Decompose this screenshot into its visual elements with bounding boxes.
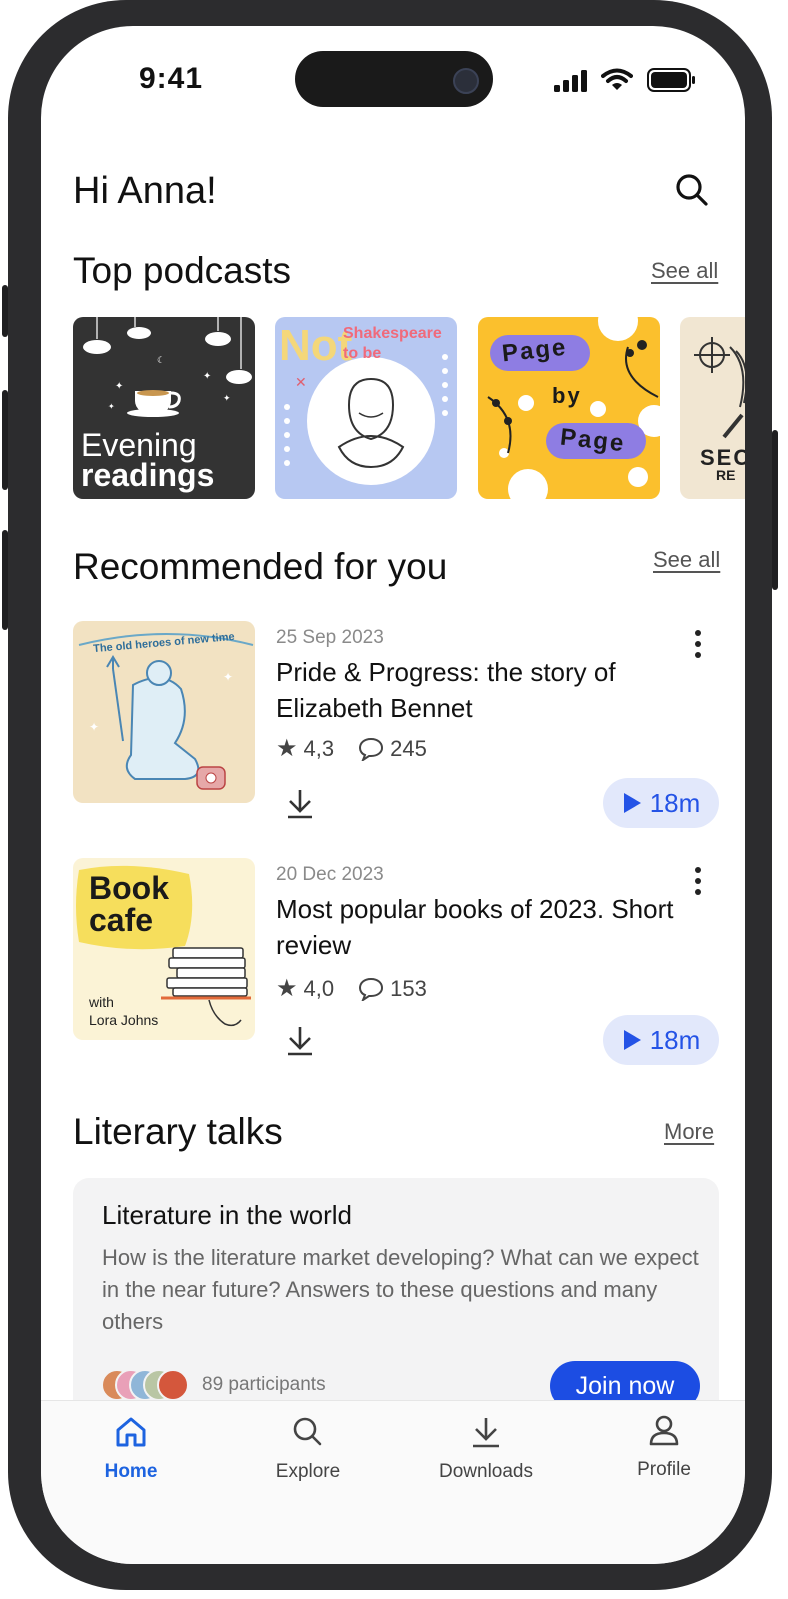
- play-icon: [623, 1030, 641, 1050]
- star-icon: ★: [276, 735, 298, 762]
- avatar: [157, 1369, 189, 1401]
- volume-up-button: [2, 390, 8, 490]
- podcast-cover-secret-reads[interactable]: SEC RE: [680, 317, 745, 499]
- tab-label: Profile: [637, 1459, 691, 1480]
- cover-line-1: Not: [279, 321, 353, 370]
- play-duration: 18m: [649, 787, 701, 818]
- play-icon: [623, 793, 641, 813]
- status-time: 9:41: [139, 62, 204, 95]
- play-button[interactable]: 18m: [603, 1015, 719, 1065]
- svg-text:✕: ✕: [295, 374, 307, 390]
- cover-line-2: by: [552, 383, 582, 408]
- participant-avatars: [101, 1369, 191, 1401]
- tab-label: Home: [104, 1461, 158, 1482]
- literary-talks-title: Literary talks: [73, 1111, 283, 1152]
- episode-rating: 4,3: [303, 735, 335, 761]
- episode-meta: ★ 4,3 245: [276, 734, 427, 763]
- cover-line-2: cafe: [89, 902, 154, 938]
- download-icon: [473, 1418, 499, 1448]
- search-icon: [293, 1417, 322, 1446]
- cover-author: Lora Johns: [89, 1012, 159, 1028]
- episode-date: 20 Dec 2023: [276, 864, 384, 885]
- star-icon: ★: [276, 975, 298, 1002]
- podcast-cover-not-shakespeare[interactable]: ✕ Not Shakespeare to be: [275, 317, 457, 499]
- top-podcasts-see-all-link[interactable]: See all: [651, 258, 718, 284]
- top-podcasts-title: Top podcasts: [73, 250, 292, 291]
- signal-icon: [554, 70, 588, 97]
- bottom-tab-bar: Home Explore Downloads Profile: [41, 1400, 745, 1564]
- comment-icon: [359, 737, 384, 761]
- podcast-cover-evening-readings[interactable]: ✦ ✦ ✦ ✦ ☾ Evening readings: [73, 317, 255, 499]
- episode-comments: 153: [390, 975, 427, 1001]
- home-icon: [116, 1417, 146, 1447]
- power-button: [772, 430, 778, 590]
- tab-profile[interactable]: Profile: [604, 1413, 724, 1481]
- participants-count: 89 participants: [202, 1374, 326, 1395]
- profile-icon: [649, 1415, 679, 1446]
- tab-home[interactable]: Home: [71, 1415, 191, 1483]
- download-icon[interactable]: [286, 788, 314, 825]
- play-button[interactable]: 18m: [603, 778, 719, 828]
- play-duration: 18m: [649, 1024, 701, 1055]
- tab-explore[interactable]: Explore: [248, 1415, 368, 1483]
- cover-line-3: to be: [343, 345, 382, 362]
- recommended-title: Recommended for you: [73, 546, 448, 587]
- podcast-cover-page-by-page[interactable]: Page by Page: [478, 317, 660, 499]
- cover-line-2: Shakespeare: [343, 325, 442, 342]
- greeting-title: Hi Anna!: [73, 170, 217, 212]
- search-icon[interactable]: [675, 173, 709, 212]
- episode-rating: 4,0: [303, 975, 335, 1001]
- episode-cover-old-heroes[interactable]: ✦ ✦ The old heroes of new time: [73, 621, 255, 803]
- phone-frame: 9:41 Hi Anna! Top podcasts See all ✦ ✦ ✦…: [2, 0, 778, 1590]
- wifi-icon: [601, 68, 633, 97]
- tab-label: Downloads: [439, 1461, 533, 1482]
- svg-text:✦: ✦: [115, 381, 123, 392]
- dynamic-island: [295, 51, 493, 107]
- camera-icon: [453, 68, 479, 94]
- cover-line-2: readings: [81, 457, 215, 493]
- download-icon[interactable]: [286, 1025, 314, 1062]
- tab-downloads[interactable]: Downloads: [426, 1415, 546, 1483]
- episode-title[interactable]: Pride & Progress: the story of Elizabeth…: [276, 654, 676, 726]
- svg-text:✦: ✦: [223, 670, 233, 684]
- svg-text:✦: ✦: [223, 393, 231, 403]
- battery-icon: [647, 68, 697, 97]
- volume-down-button: [2, 530, 8, 630]
- recommended-see-all-link[interactable]: See all: [653, 547, 720, 573]
- svg-text:✦: ✦: [108, 402, 115, 411]
- kebab-menu-icon[interactable]: [693, 629, 703, 664]
- talk-description: How is the literature market developing?…: [102, 1245, 699, 1334]
- cover-line-2: RE: [716, 467, 736, 483]
- talk-card[interactable]: Literature in the world How is the liter…: [73, 1178, 719, 1438]
- svg-text:✦: ✦: [203, 371, 211, 382]
- episode-title[interactable]: Most popular books of 2023. Short review: [276, 891, 676, 963]
- cover-with: with: [89, 994, 114, 1010]
- literary-talks-more-link[interactable]: More: [664, 1119, 714, 1145]
- episode-comments: 245: [390, 735, 427, 761]
- svg-text:☾: ☾: [157, 355, 165, 365]
- screen: 9:41 Hi Anna! Top podcasts See all ✦ ✦ ✦…: [41, 26, 745, 1564]
- episode-cover-book-cafe[interactable]: Book cafe with Lora Johns: [73, 858, 255, 1040]
- episode-meta: ★ 4,0 153: [276, 974, 427, 1003]
- action-button: [2, 285, 8, 337]
- kebab-menu-icon[interactable]: [693, 866, 703, 901]
- comment-icon: [359, 977, 384, 1001]
- episode-date: 25 Sep 2023: [276, 627, 384, 648]
- svg-text:✦: ✦: [89, 720, 99, 734]
- tab-label: Explore: [275, 1461, 341, 1482]
- talk-title: Literature in the world: [102, 1200, 353, 1230]
